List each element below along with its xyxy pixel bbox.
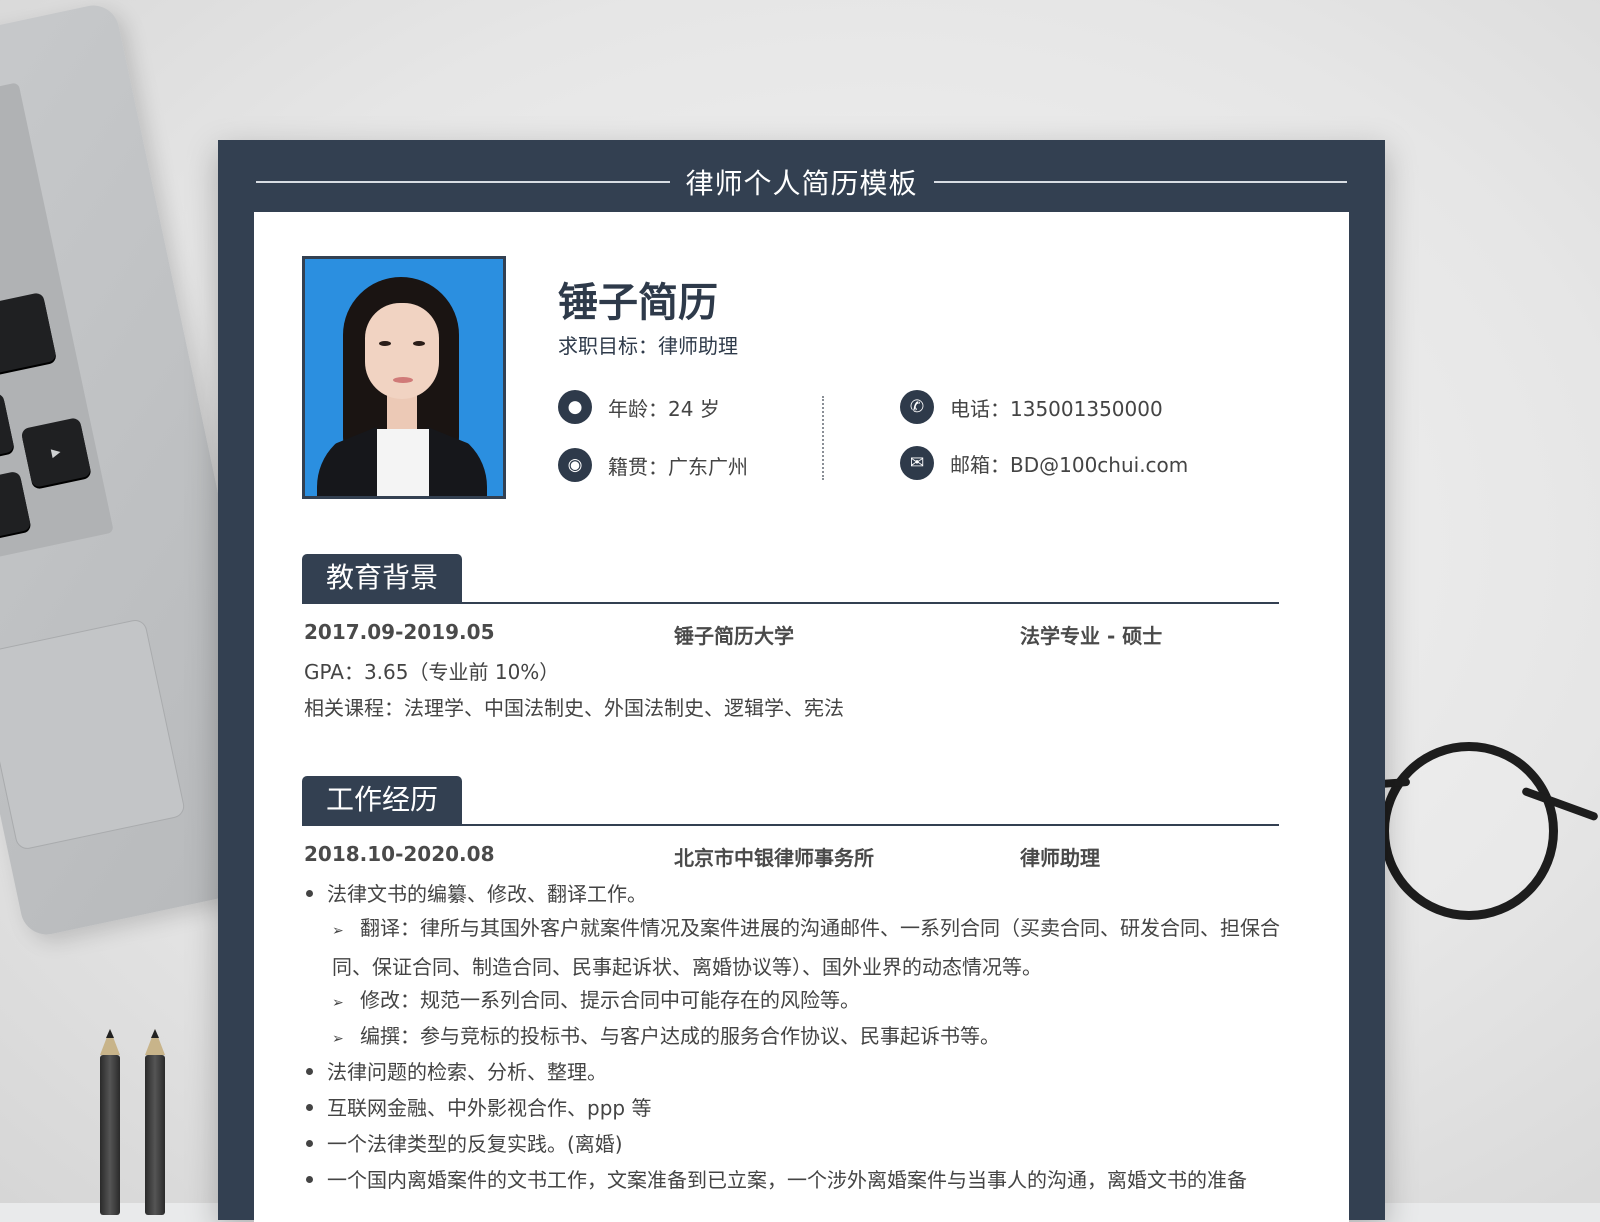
bullet-dot: [306, 1068, 313, 1075]
bullet-dot: [306, 1140, 313, 1147]
info-age: ● 年龄：24 岁: [558, 390, 720, 424]
education-major: 法学专业 - 硕士: [1020, 624, 1163, 648]
person-icon: ●: [558, 390, 592, 424]
resume-frame: 律师个人简历模板 锤子简历 求职目标：律师助理 ● 年龄：24 岁 ◉ 籍贯：广…: [218, 140, 1385, 1222]
photo-eye: [379, 341, 391, 346]
photo-eye: [413, 341, 425, 346]
info-email: ✉ 邮箱：BD@100chui.com: [900, 446, 1188, 480]
email-text: 邮箱：BD@100chui.com: [950, 452, 1189, 477]
photo-lips: [393, 377, 413, 383]
arrow-icon: ➢: [332, 923, 344, 939]
arrow-icon: ➢: [332, 995, 344, 1011]
education-school: 锤子简历大学: [674, 624, 794, 648]
bullet-dot: [306, 1104, 313, 1111]
education-gpa: GPA：3.65（专业前 10%）: [304, 660, 560, 684]
photo-shirt: [377, 429, 429, 496]
resume-sheet: 锤子简历 求职目标：律师助理 ● 年龄：24 岁 ◉ 籍贯：广东广州 ✆ 电话：…: [254, 212, 1349, 1222]
age-text: 年龄：24 岁: [608, 396, 720, 421]
profile-photo: [302, 256, 506, 499]
work-subitem-text: 翻译：律所与其国外客户就案件情况及案件进展的沟通邮件、一系列合同（买卖合同、研发…: [332, 916, 1280, 979]
work-bullet-text: 法律文书的编纂、修改、翻译工作。: [327, 882, 647, 906]
work-bullet: 法律文书的编纂、修改、翻译工作。: [304, 878, 647, 907]
pencil: [145, 1029, 165, 1215]
work-subitem-text: 修改：规范一系列合同、提示合同中可能存在的风险等。: [360, 988, 860, 1012]
work-bullet: 一个国内离婚案件的文书工作，文案准备到已立案，一个涉外离婚案件与当事人的沟通，离…: [304, 1164, 1247, 1193]
education-courses: 相关课程：法理学、中国法制史、外国法制史、逻辑学、宪法: [304, 696, 844, 720]
key-down: ▾: [0, 470, 32, 542]
resume-header: 律师个人简历模板: [256, 162, 1348, 202]
work-bullet: 互联网金融、中外影视合作、ppp 等: [304, 1092, 651, 1121]
origin-text: 籍贯：广东广州: [608, 454, 748, 479]
key-up: ▴: [0, 392, 15, 464]
work-subitem: ➢ 编撰：参与竞标的投标书、与客户达成的服务合作协议、民事起诉书等。: [332, 1018, 1280, 1057]
info-phone: ✆ 电话：135001350000: [900, 390, 1163, 424]
phone-text: 电话：135001350000: [950, 396, 1163, 421]
candidate-name: 锤子简历: [558, 280, 718, 326]
laptop-trackpad: [0, 617, 187, 852]
work-bullet-text: 法律问题的检索、分析、整理。: [327, 1060, 607, 1084]
work-company: 北京市中银律师事务所: [674, 846, 874, 870]
photo-face: [365, 303, 439, 399]
key-right: ▸: [20, 416, 92, 489]
location-icon: ◉: [558, 448, 592, 482]
laptop-keyboard: ⇧ ▴ ▸ ▾: [0, 82, 114, 566]
work-subitem: ➢ 修改：规范一系列合同、提示合同中可能存在的风险等。: [332, 982, 1280, 1021]
bullet-dot: [306, 1176, 313, 1183]
divider: [933, 181, 1348, 183]
education-period: 2017.09-2019.05: [304, 620, 495, 644]
work-section-header: 工作经历: [302, 776, 1279, 826]
arrow-icon: ➢: [332, 1031, 344, 1047]
work-bullet: 法律问题的检索、分析、整理。: [304, 1056, 607, 1085]
resume-template-title: 律师个人简历模板: [685, 167, 918, 200]
work-section-title: 工作经历: [302, 776, 462, 824]
pencil: [100, 1029, 120, 1215]
glasses-lens: [1380, 742, 1558, 920]
work-subitem-text: 编撰：参与竞标的投标书、与客户达成的服务合作协议、民事起诉书等。: [360, 1024, 1000, 1048]
education-section-header: 教育背景: [302, 554, 1279, 604]
work-bullet: 一个法律类型的反复实践。(离婚): [304, 1128, 623, 1157]
bullet-dot: [306, 890, 313, 897]
key-shift: ⇧: [0, 291, 57, 386]
work-subitem: ➢ 翻译：律所与其国外客户就案件情况及案件进展的沟通邮件、一系列合同（买卖合同、研…: [332, 910, 1280, 985]
education-section-title: 教育背景: [302, 554, 462, 602]
info-origin: ◉ 籍贯：广东广州: [558, 448, 748, 482]
work-bullet-text: 一个国内离婚案件的文书工作，文案准备到已立案，一个涉外离婚案件与当事人的沟通，离…: [327, 1168, 1247, 1192]
job-objective: 求职目标：律师助理: [558, 334, 738, 358]
work-role: 律师助理: [1020, 846, 1100, 870]
work-bullet-text: 一个法律类型的反复实践。(离婚): [327, 1132, 623, 1156]
mail-icon: ✉: [900, 446, 934, 480]
phone-icon: ✆: [900, 390, 934, 424]
work-period: 2018.10-2020.08: [304, 842, 495, 866]
divider: [256, 181, 670, 183]
info-divider: [822, 396, 824, 480]
work-bullet-text: 互联网金融、中外影视合作、ppp 等: [327, 1096, 652, 1120]
